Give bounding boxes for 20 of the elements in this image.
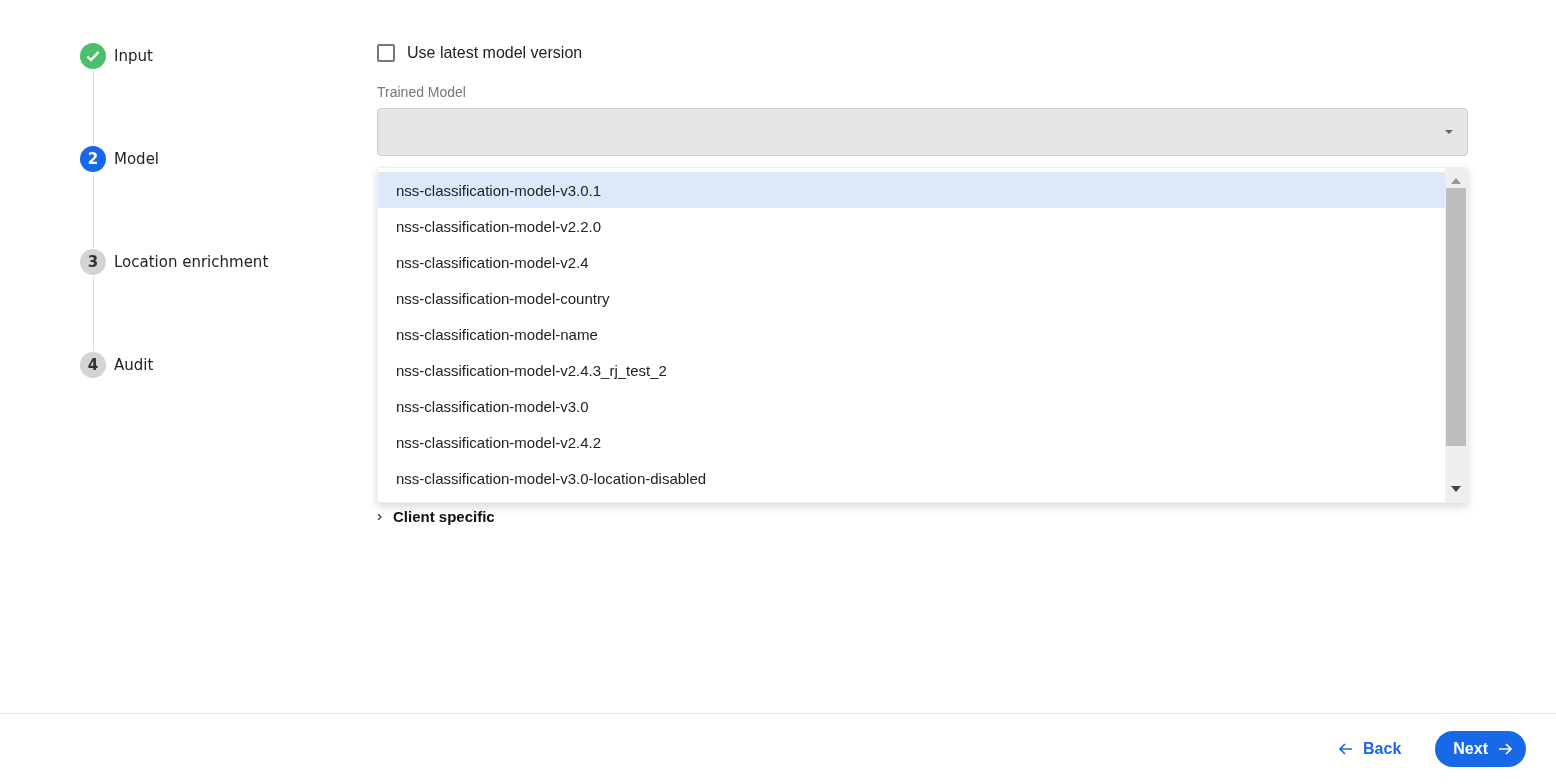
section-title: Client specific <box>393 508 495 525</box>
scroll-up-icon[interactable] <box>1451 178 1461 184</box>
step-number: 2 <box>80 146 106 172</box>
step-number: 3 <box>80 249 106 275</box>
scroll-down-icon[interactable] <box>1451 486 1461 492</box>
scrollbar[interactable] <box>1445 168 1467 502</box>
back-button[interactable]: Back <box>1333 739 1408 759</box>
arrow-right-icon <box>1498 743 1512 755</box>
next-button[interactable]: Next <box>1435 731 1526 767</box>
step-label: Model <box>114 150 160 168</box>
caret-icon <box>1445 130 1453 134</box>
step-number: 4 <box>80 352 106 378</box>
checkbox[interactable] <box>377 44 395 62</box>
step-label: Location enrichment <box>114 253 269 271</box>
step-label: Audit <box>114 356 154 374</box>
chevron-icon[interactable] <box>377 513 383 520</box>
checkbox-label: Use latest model version <box>407 44 583 62</box>
arrow-left-icon <box>1339 743 1354 755</box>
field-label: Trained Model <box>377 84 467 100</box>
step-label: Input <box>114 47 153 65</box>
